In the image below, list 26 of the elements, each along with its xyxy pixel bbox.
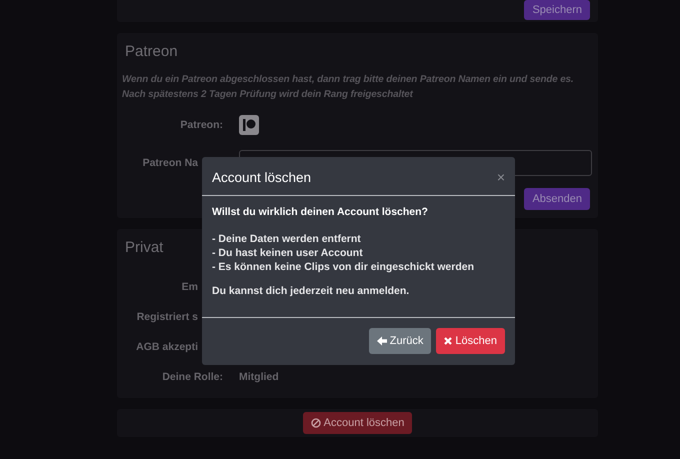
patreon-icon — [239, 115, 259, 135]
field-label: AGB akzepti — [135, 341, 198, 353]
note-text: Du kannst dich jederzeit neu anmelden. — [212, 285, 410, 297]
save-button[interactable]: Speichern — [524, 0, 590, 20]
description-text: Wenn du ein Patreon abgeschlossen hast, dann trag bitte deinen Patreon Namen ein und sende es. Nach spätestens 2 Tagen Prüfung wird dein Rang freigeschaltet — [122, 73, 575, 102]
list-item: - Du hast keinen user Account — [212, 247, 364, 259]
field-value: Mitglied — [239, 371, 279, 383]
list-item: - Es können keine Clips von dir eingeschickt werden — [212, 261, 475, 273]
field-label: Patreon Na — [142, 157, 198, 169]
delete-button[interactable]: Löschen — [436, 328, 505, 354]
arrow-left-icon — [376, 336, 387, 346]
close-button[interactable]: × — [496, 169, 505, 185]
dialog-title: Account löschen — [212, 170, 312, 184]
field-label: Em — [180, 281, 198, 293]
field-label: Registriert s — [136, 311, 198, 323]
close-icon — [444, 337, 452, 345]
section-title: Patreon — [125, 43, 178, 60]
question-text: Willst du wirklich deinen Account löschen? — [212, 206, 429, 218]
section-title: Privat — [125, 239, 164, 256]
submit-button[interactable]: Absenden — [524, 188, 590, 210]
back-button[interactable]: Zurück — [368, 328, 432, 354]
ban-icon — [310, 418, 321, 428]
field-label: Deine Rolle: — [161, 371, 223, 383]
field-label: Patreon: — [179, 119, 223, 131]
list-item: - Deine Daten werden entfernt — [212, 233, 362, 245]
delete-account-button[interactable]: Account löschen — [302, 412, 412, 434]
